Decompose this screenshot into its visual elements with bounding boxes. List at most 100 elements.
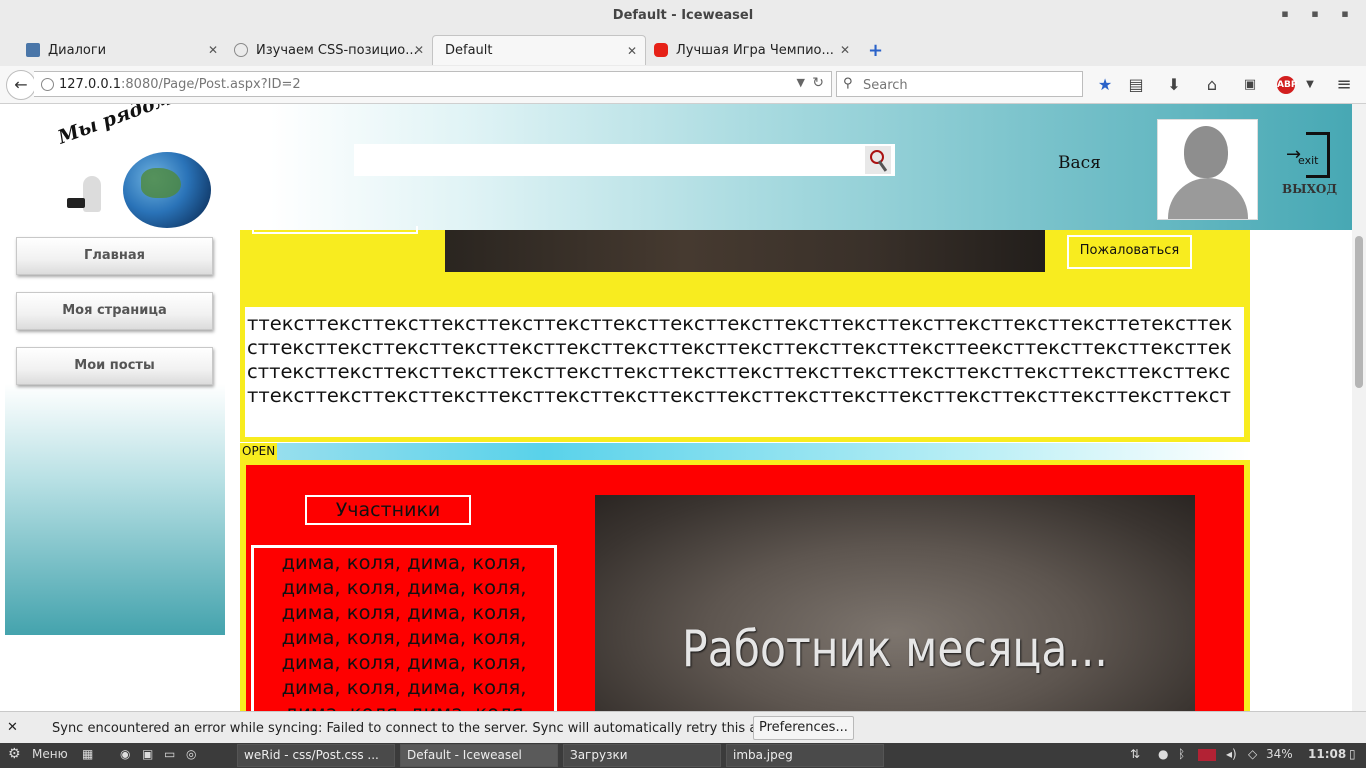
hat-image [67,198,85,208]
file-manager-launcher-icon[interactable]: ▦ [82,747,93,761]
tab-dialogi[interactable]: Диалоги ✕ [18,35,226,65]
search-icon: ⚲ [843,76,853,91]
page-scrollbar[interactable] [1352,104,1366,715]
tab-css-positioning[interactable]: Изучаем CSS-позицио... ✕ [226,35,432,65]
avatar-shoulders [1168,178,1248,219]
members-list: дима, коля, дима, коля, дима, коля, дима… [251,545,557,715]
navigation-toolbar: ← 127.0.0.1:8080/Page/Post.aspx?ID=2 ▼ ↻… [0,66,1366,104]
post-image: Работник месяца... [595,495,1195,715]
clock[interactable]: 11:08 [1308,747,1346,761]
site-logo[interactable]: Мы рядом! [55,104,215,230]
reading-list-icon[interactable]: ▤ [1125,74,1147,96]
open-strip: OPEN [240,443,1250,460]
new-tab-button[interactable]: + [860,35,890,65]
task-iceweasel[interactable]: Default - Iceweasel [400,744,558,767]
notifications-icon[interactable]: ◇ [1248,747,1257,761]
tab-label: Диалоги [48,42,107,58]
start-menu-button[interactable]: Меню [32,747,68,761]
task-downloads[interactable]: Загрузки [563,744,721,767]
exit-button[interactable]: → exit ВЫХОД [1280,128,1344,200]
volume-icon[interactable]: ◂) [1226,747,1237,761]
site-search-box[interactable] [354,144,895,176]
close-window-button[interactable]: ▪ [1338,7,1352,21]
vk-icon [26,43,40,57]
post-text: ттексттексттексттексттексттексттексттекс… [245,307,1244,437]
url-text: 127.0.0.1:8080/Page/Post.aspx?ID=2 [59,77,301,92]
downloads-icon[interactable]: ⬇ [1163,74,1185,96]
keyboard-layout-flag-icon[interactable] [1198,749,1216,761]
exit-small-label: exit [1298,154,1319,167]
battery-indicator[interactable]: 34% [1266,747,1293,761]
scrollbar-thumb[interactable] [1355,236,1363,388]
tab-youtube[interactable]: Лучшая Игра Чемпио... ✕ [646,35,858,65]
close-tab-icon[interactable]: ✕ [840,43,850,57]
tab-label: Изучаем CSS-позицио... [256,42,418,58]
close-notification-icon[interactable]: ✕ [7,720,18,735]
post-card-2-body: Участники дима, коля, дима, коля, дима, … [246,465,1244,715]
site-identity-icon[interactable] [41,78,54,91]
globe-image [123,152,211,228]
notification-message: Sync encountered an error while syncing:… [52,721,794,736]
post-image-caption: Работник месяца... [682,620,1108,678]
exit-label: ВЫХОД [1282,182,1337,196]
youtube-icon [654,43,668,57]
avatar[interactable] [1157,119,1258,220]
hamburger-menu-icon[interactable]: ≡ [1333,74,1355,96]
magnifier-search-icon[interactable] [865,146,891,174]
bookmark-star-icon[interactable]: ★ [1094,74,1116,96]
post-card-2: Участники дима, коля, дима, коля, дима, … [240,460,1250,715]
page-viewport: Мы рядом! Вася → exit ВЫХОД Главная Моя … [0,104,1366,715]
close-tab-icon[interactable]: ✕ [414,43,424,57]
username-label[interactable]: Вася [1058,153,1101,173]
show-desktop-icon[interactable]: ▯ [1349,747,1356,761]
tab-label: Default [445,43,493,58]
sidebar: Главная Моя страница Мои посты [5,230,225,635]
globe-icon [234,43,248,57]
browser-search-bar[interactable]: ⚲ [836,71,1083,97]
post-box-fragment [252,226,418,234]
user-icon[interactable]: ● [1158,747,1168,761]
minimize-button[interactable]: ▪ [1278,7,1292,21]
back-button[interactable]: ← [6,70,36,100]
terminal-launcher-icon[interactable]: ▣ [142,747,153,761]
close-tab-icon[interactable]: ✕ [627,44,637,58]
report-button[interactable]: Пожаловаться [1067,235,1192,269]
sidebar-item-my-posts[interactable]: Мои посты [16,347,213,385]
reload-icon[interactable]: ↻ [812,75,824,91]
history-dropdown-icon[interactable]: ▼ [797,76,805,89]
task-werid[interactable]: weRid - css/Post.css ... [237,744,395,767]
avatar-head [1184,126,1228,178]
browser-launcher-icon[interactable]: ◉ [120,747,130,761]
preferences-button[interactable]: Preferences... [753,716,854,740]
adblock-icon[interactable]: ABP [1277,76,1297,94]
members-title: Участники [305,495,471,525]
tab-label: Лучшая Игра Чемпио... [676,42,834,58]
site-search-input[interactable] [354,144,862,176]
folder-launcher-icon[interactable]: ▭ [164,747,175,761]
chrome-launcher-icon[interactable]: ◎ [186,747,196,761]
screenshot-addon-icon[interactable]: ▣ [1239,74,1261,96]
window-title: Default - Iceweasel [612,8,754,23]
open-label[interactable]: OPEN [240,443,278,460]
adblock-dropdown-icon[interactable]: ▼ [1299,74,1321,96]
tab-default[interactable]: Default ✕ [432,35,646,65]
sync-notification-bar: ✕ Sync encountered an error while syncin… [0,711,1366,744]
window-titlebar: Default - Iceweasel ▪ ▪ ▪ [0,0,1366,32]
logo-text: Мы рядом! [55,104,183,149]
home-icon[interactable]: ⌂ [1201,74,1223,96]
browser-search-input[interactable] [861,75,1075,95]
task-imba-jpeg[interactable]: imba.jpeg [726,744,884,767]
sidebar-item-main[interactable]: Главная [16,237,213,275]
posts-column: Пожаловаться ттексттексттексттексттекстт… [240,226,1250,715]
url-bar[interactable]: 127.0.0.1:8080/Page/Post.aspx?ID=2 ▼ ↻ [34,71,832,97]
network-icon[interactable]: ⇅ [1130,747,1140,761]
bluetooth-icon[interactable]: ᛒ [1178,747,1185,761]
gear-icon[interactable]: ⚙ [8,746,21,762]
sidebar-item-my-page[interactable]: Моя страница [16,292,213,330]
post-photo [445,230,1045,272]
os-taskbar: ⚙ Меню ▦ ◉ ▣ ▭ ◎ weRid - css/Post.css ..… [0,743,1366,768]
close-tab-icon[interactable]: ✕ [208,43,218,57]
maximize-button[interactable]: ▪ [1308,7,1322,21]
post-card: Пожаловаться ттексттексттексттексттекстт… [240,226,1250,442]
figure-image [83,176,101,212]
